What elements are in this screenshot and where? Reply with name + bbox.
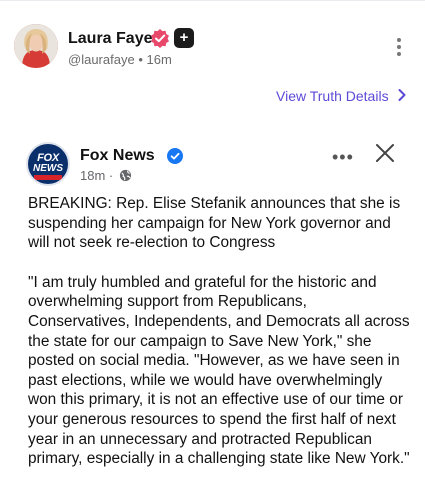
view-truth-details-link[interactable]: View Truth Details xyxy=(276,88,406,104)
logo-red-bar xyxy=(34,175,62,180)
plus-badge-icon: + xyxy=(174,28,194,48)
post-paragraph-breaking: BREAKING: Rep. Elise Stefanik announces … xyxy=(28,195,401,252)
embedded-facebook-post: FOX NEWS Fox News 18m · ••• BREAKING: Re… xyxy=(14,130,414,500)
chevron-right-icon xyxy=(398,88,406,104)
verified-badge-blue-icon xyxy=(167,148,183,164)
page-name[interactable]: Fox News xyxy=(80,147,155,165)
fox-news-logo[interactable]: FOX NEWS xyxy=(26,142,70,186)
logo-text-bottom: NEWS xyxy=(33,163,63,174)
close-icon[interactable] xyxy=(374,142,396,164)
embed-time[interactable]: 18m xyxy=(80,168,105,183)
embed-post-body: BREAKING: Rep. Elise Stefanik announces … xyxy=(28,194,412,489)
author-handle[interactable]: @laurafaye xyxy=(68,52,135,67)
post-header: Laura Faye + @laurafaye • 16m xyxy=(14,24,414,74)
more-options-button[interactable]: ••• xyxy=(332,148,354,166)
top-divider xyxy=(0,0,425,1)
author-name[interactable]: Laura Faye xyxy=(68,30,152,48)
verified-badge-pink-icon xyxy=(151,29,169,48)
author-handle-line: @laurafaye • 16m xyxy=(68,52,172,67)
post-time: 16m xyxy=(146,52,172,67)
post-paragraph-quote: "I am truly humbled and grateful for the… xyxy=(28,273,410,468)
more-vertical-icon[interactable] xyxy=(396,38,402,58)
avatar-image xyxy=(14,24,58,68)
avatar[interactable] xyxy=(14,24,58,68)
globe-icon xyxy=(119,169,132,185)
view-details-label: View Truth Details xyxy=(276,88,389,104)
meta-separator: · xyxy=(108,168,114,183)
handle-separator: • xyxy=(138,52,143,67)
embed-meta: 18m · xyxy=(80,168,132,185)
